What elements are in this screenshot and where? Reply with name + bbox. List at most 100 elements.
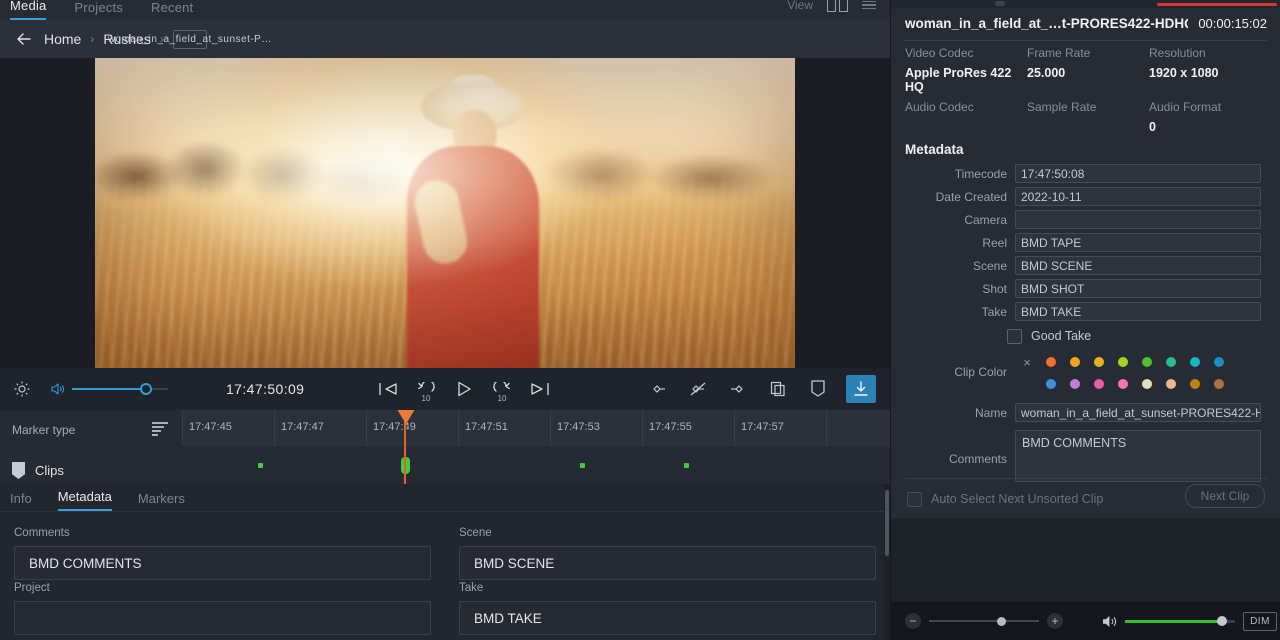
color-swatch[interactable] [1111, 379, 1135, 389]
timeline-marker[interactable] [258, 463, 263, 468]
grid-view-icon[interactable] [827, 0, 848, 12]
playback-buttons: 10 10 [376, 377, 552, 403]
resolution-label: Resolution [1149, 46, 1206, 60]
breadcrumb-item-clip[interactable]: woman_in_a_field_at_sunset-P… [108, 29, 271, 49]
color-swatch[interactable] [1159, 379, 1183, 389]
flag-clip-button[interactable] [806, 377, 830, 401]
camera-input[interactable] [1015, 210, 1261, 229]
gear-icon[interactable] [12, 379, 32, 399]
next-clip-button[interactable]: Next Clip [1185, 484, 1265, 508]
comments-input[interactable]: BMD COMMENTS [14, 546, 431, 580]
ruler-tick: 17:47:57 [741, 421, 784, 433]
color-swatch[interactable] [1159, 357, 1183, 367]
tab-info[interactable]: Info [10, 491, 32, 511]
clip-inspector-panel: woman_in_a_field_at_…t-PRORES422-HDHQ.mo… [890, 0, 1280, 640]
zoom-slider[interactable] [929, 614, 1039, 628]
clip-color-none-icon[interactable]: × [1015, 355, 1039, 370]
row-timecode: Timecode 17:47:50:08 [891, 162, 1280, 185]
color-swatch[interactable] [1039, 357, 1063, 367]
clip-properties: Video Codec Frame Rate Resolution Apple … [905, 44, 1267, 136]
inspector-comments-textarea[interactable]: BMD COMMENTS [1015, 430, 1261, 482]
color-swatch[interactable] [1135, 357, 1159, 367]
inspector-empty-area [891, 518, 1280, 602]
sample-rate-value [1027, 118, 1149, 136]
zoom-controls: − + [905, 613, 1063, 629]
sample-rate-label: Sample Rate [1027, 100, 1097, 114]
go-to-start-button[interactable] [376, 377, 400, 401]
speaker-icon[interactable] [1101, 614, 1117, 628]
clips-row-label[interactable]: Clips [12, 462, 64, 479]
ruler-tick: 17:47:51 [465, 421, 508, 433]
mark-in-button[interactable] [646, 377, 670, 401]
video-viewer[interactable] [0, 58, 890, 368]
video-codec-value: Apple ProRes 422 HQ [905, 66, 1012, 94]
clip-color-label: Clip Color [954, 365, 1007, 379]
color-swatch[interactable] [1183, 379, 1207, 389]
skip-forward-10-button[interactable]: 10 [490, 377, 514, 403]
sort-icon[interactable] [152, 422, 168, 436]
clip-flag-icon [12, 462, 25, 479]
skip-back-10-button[interactable]: 10 [414, 377, 438, 403]
auto-select-label: Auto Select Next Unsorted Clip [931, 492, 1104, 506]
top-tab-bar: Media Projects Recent View [0, 0, 890, 20]
volume-slider[interactable] [72, 382, 168, 396]
field-comments: Comments BMD COMMENTS [14, 527, 431, 580]
project-input[interactable] [14, 601, 431, 635]
timecode-input[interactable]: 17:47:50:08 [1015, 164, 1261, 183]
take-input[interactable]: BMD TAKE [459, 601, 876, 635]
tab-metadata[interactable]: Metadata [57, 489, 112, 511]
color-swatch[interactable] [1087, 357, 1111, 367]
color-swatch[interactable] [1207, 357, 1231, 367]
volume-control[interactable] [50, 382, 168, 396]
timeline-marker[interactable] [580, 463, 585, 468]
mark-out-button[interactable] [726, 377, 750, 401]
color-swatch[interactable] [1111, 357, 1135, 367]
list-view-icon[interactable] [862, 0, 876, 10]
ruler-tick: 17:47:45 [189, 421, 232, 433]
color-swatch[interactable] [1183, 357, 1207, 367]
speaker-icon [50, 382, 66, 396]
tab-recent[interactable]: Recent [151, 0, 193, 20]
scene-label: Scene [972, 258, 1007, 273]
color-swatch[interactable] [1135, 379, 1159, 389]
timeline-marker[interactable] [684, 463, 689, 468]
scene-input[interactable]: BMD SCENE [1015, 256, 1261, 275]
tab-projects[interactable]: Projects [74, 0, 123, 20]
marker-lane[interactable] [182, 446, 890, 484]
color-swatch[interactable] [1063, 379, 1087, 389]
shot-label: Shot [982, 281, 1007, 296]
import-media-button[interactable] [846, 375, 876, 403]
reel-input[interactable]: BMD TAPE [1015, 233, 1261, 252]
clear-marks-button[interactable] [686, 377, 710, 401]
auto-select-checkbox[interactable] [907, 491, 922, 507]
row-inspector-comments: Comments BMD COMMENTS [891, 430, 1280, 482]
color-swatch[interactable] [1207, 379, 1231, 389]
color-swatch[interactable] [1087, 379, 1111, 389]
tab-media[interactable]: Media [10, 0, 47, 20]
play-button[interactable] [452, 377, 476, 401]
duplicate-clip-button[interactable] [766, 377, 790, 401]
breadcrumb-item-home[interactable]: Home [44, 31, 81, 47]
tab-markers[interactable]: Markers [138, 491, 185, 511]
date-created-input[interactable]: 2022-10-11 [1015, 187, 1261, 206]
shot-input[interactable]: BMD SHOT [1015, 279, 1261, 298]
go-to-end-button[interactable] [528, 377, 552, 401]
inspector-top-strip [891, 0, 1280, 8]
good-take-checkbox[interactable] [1007, 328, 1022, 344]
color-swatch[interactable] [1039, 379, 1063, 389]
color-swatch[interactable] [1063, 357, 1087, 367]
audio-level-slider[interactable] [1125, 614, 1235, 628]
ruler-tick: 17:47:49 [373, 421, 416, 433]
field-scene: Scene BMD SCENE [459, 527, 876, 580]
timecode-ruler[interactable]: 17:47:45 17:47:47 17:47:49 17:47:51 17:4… [182, 410, 890, 447]
dim-button[interactable]: DIM [1243, 611, 1277, 631]
scene-input[interactable]: BMD SCENE [459, 546, 876, 580]
zoom-out-button[interactable]: − [905, 613, 921, 629]
field-comments-label: Comments [14, 527, 70, 539]
breadcrumb: Home › Rushes › woman_in_a_field_at_suns… [44, 29, 271, 49]
zoom-in-button[interactable]: + [1047, 613, 1063, 629]
back-arrow-icon[interactable] [14, 29, 34, 49]
take-input[interactable]: BMD TAKE [1015, 302, 1261, 321]
timecode-label: Timecode [954, 166, 1007, 181]
name-input[interactable]: woman_in_a_field_at_sunset-PRORES422-HDH… [1015, 403, 1261, 422]
